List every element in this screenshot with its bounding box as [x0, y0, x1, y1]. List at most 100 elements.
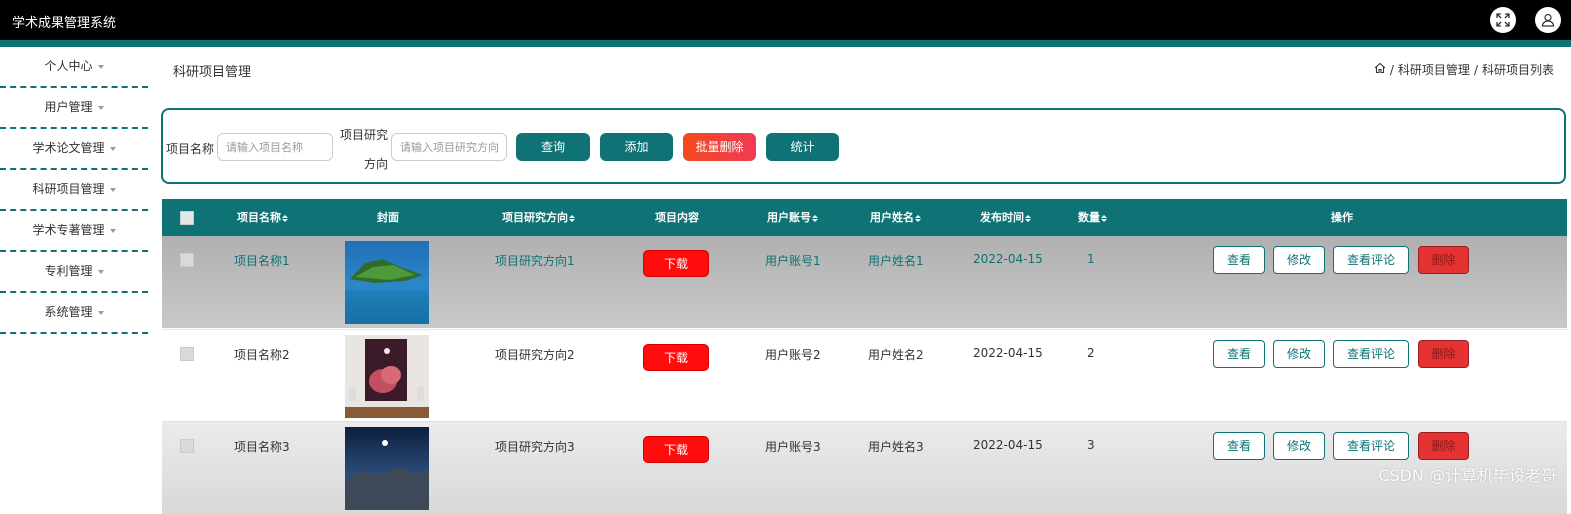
table-header: 项目名称 封面 项目研究方向 项目内容 用户账号 用户姓名 发布时间 数量 操作 — [162, 199, 1567, 236]
row-checkbox[interactable] — [180, 347, 194, 361]
sidebar-item-monographs[interactable]: 学术专著管理 — [0, 211, 148, 252]
watermark: CSDN @计算机毕设老哥 — [1378, 466, 1557, 485]
select-all-checkbox[interactable] — [180, 211, 194, 225]
chevron-down-icon — [109, 228, 116, 233]
column-header-content: 项目内容 — [642, 199, 712, 236]
sidebar-item-system[interactable]: 系统管理 — [0, 293, 148, 334]
download-button[interactable]: 下载 — [643, 250, 709, 277]
column-header-label: 用户账号 — [767, 211, 811, 224]
column-header-cover: 封面 — [358, 199, 418, 236]
sidebar-item-profile[interactable]: 个人中心 — [0, 47, 148, 88]
app-title: 学术成果管理系统 — [12, 16, 117, 31]
view-button[interactable]: 查看 — [1213, 432, 1265, 460]
column-header-label: 发布时间 — [980, 211, 1024, 224]
project-cover-image[interactable] — [345, 335, 429, 418]
delete-button[interactable]: 删除 — [1418, 340, 1469, 368]
sidebar-item-label: 用户管理 — [44, 100, 93, 114]
view-button[interactable]: 查看 — [1213, 340, 1265, 368]
sort-icon — [282, 214, 288, 222]
username-cell: 用户姓名1 — [868, 254, 924, 268]
view-comments-button[interactable]: 查看评论 — [1333, 340, 1409, 368]
breadcrumb-separator: / — [1473, 62, 1478, 77]
page-title: 科研项目管理 — [173, 65, 252, 80]
project-name-input[interactable] — [217, 133, 333, 161]
delete-button[interactable]: 删除 — [1418, 246, 1469, 274]
account-cell: 用户账号3 — [765, 440, 821, 454]
chevron-down-icon — [109, 146, 116, 151]
project-name-cell: 项目名称3 — [234, 440, 290, 454]
sidebar-item-papers[interactable]: 学术论文管理 — [0, 129, 148, 170]
chevron-down-icon — [97, 269, 104, 274]
query-button[interactable]: 查询 — [516, 133, 590, 161]
download-button[interactable]: 下载 — [643, 436, 709, 463]
download-button[interactable]: 下载 — [643, 344, 709, 371]
column-header-actions: 操作 — [1312, 199, 1372, 236]
username-cell: 用户姓名2 — [868, 348, 924, 362]
breadcrumb-item[interactable]: 科研项目管理 — [1398, 61, 1470, 78]
edit-button[interactable]: 修改 — [1273, 432, 1325, 460]
sort-icon — [915, 214, 921, 222]
column-header-label: 数量 — [1078, 211, 1100, 224]
sort-icon — [569, 214, 575, 222]
sidebar-item-projects[interactable]: 科研项目管理 — [0, 170, 148, 211]
fullscreen-icon[interactable] — [1490, 7, 1516, 33]
sort-icon — [812, 214, 818, 222]
project-direction-label: 项目研究 — [340, 128, 389, 142]
account-cell: 用户账号2 — [765, 348, 821, 362]
column-header-label: 封面 — [377, 211, 399, 224]
table-row[interactable]: 项目名称3 项目研究方向3 下载 用户账号3 用户姓名3 2022-04-15 … — [162, 421, 1567, 514]
column-header-account[interactable]: 用户账号 — [760, 199, 824, 236]
project-name-label: 项目名称 — [166, 142, 215, 156]
top-bar: 学术成果管理系统 — [0, 0, 1571, 40]
username-cell: 用户姓名3 — [868, 440, 924, 454]
sort-icon — [1025, 214, 1031, 222]
sidebar-item-label: 系统管理 — [44, 305, 93, 319]
sidebar-item-label: 个人中心 — [44, 59, 93, 73]
view-comments-button[interactable]: 查看评论 — [1333, 246, 1409, 274]
header-stripe — [0, 40, 1571, 47]
sidebar: 个人中心 用户管理 学术论文管理 科研项目管理 学术专著管理 专利管理 系统管理 — [0, 47, 160, 494]
add-button[interactable]: 添加 — [600, 133, 673, 161]
sidebar-item-label: 学术专著管理 — [32, 223, 105, 237]
project-cover-image[interactable] — [345, 427, 429, 510]
date-cell: 2022-04-15 — [973, 252, 1043, 266]
chevron-down-icon — [97, 310, 104, 315]
edit-button[interactable]: 修改 — [1273, 340, 1325, 368]
project-direction-input[interactable] — [391, 133, 507, 161]
date-cell: 2022-04-15 — [973, 438, 1043, 452]
qty-cell: 2 — [1087, 346, 1095, 360]
sidebar-item-label: 专利管理 — [44, 264, 93, 278]
sidebar-item-patents[interactable]: 专利管理 — [0, 252, 148, 293]
column-header-direction[interactable]: 项目研究方向 — [490, 199, 586, 236]
column-header-label: 用户姓名 — [870, 211, 914, 224]
breadcrumb-separator: / — [1389, 62, 1394, 77]
sidebar-item-label: 科研项目管理 — [32, 182, 105, 196]
qty-cell: 3 — [1087, 438, 1095, 452]
table-row[interactable]: 项目名称1 项目研究方向1 下载 用户账号1 用户姓名1 2022-04-15 … — [162, 236, 1567, 328]
delete-button[interactable]: 删除 — [1418, 432, 1469, 460]
search-panel — [161, 108, 1566, 184]
view-button[interactable]: 查看 — [1213, 246, 1265, 274]
row-checkbox[interactable] — [180, 253, 194, 267]
project-cover-image[interactable] — [345, 241, 429, 324]
sidebar-item-users[interactable]: 用户管理 — [0, 88, 148, 129]
column-header-date[interactable]: 发布时间 — [972, 199, 1038, 236]
column-header-name[interactable]: 项目名称 — [222, 199, 302, 236]
project-name-cell: 项目名称1 — [234, 254, 290, 268]
sort-icon — [1101, 214, 1107, 222]
home-icon[interactable] — [1374, 62, 1386, 77]
column-header-qty[interactable]: 数量 — [1071, 199, 1113, 236]
breadcrumb-item-current: 科研项目列表 — [1481, 63, 1554, 77]
chevron-down-icon — [109, 187, 116, 192]
column-header-username[interactable]: 用户姓名 — [863, 199, 927, 236]
sidebar-item-label: 学术论文管理 — [32, 141, 105, 155]
row-checkbox[interactable] — [180, 439, 194, 453]
batch-delete-button[interactable]: 批量删除 — [683, 133, 756, 161]
column-header-label: 操作 — [1331, 211, 1353, 224]
project-direction-label-line2: 方向 — [364, 157, 389, 171]
stats-button[interactable]: 统计 — [766, 133, 839, 161]
table-row[interactable]: 项目名称2 项目研究方向2 下载 用户账号2 用户姓名2 2022-04-15 … — [162, 329, 1567, 422]
view-comments-button[interactable]: 查看评论 — [1333, 432, 1409, 460]
user-icon[interactable] — [1535, 7, 1561, 33]
edit-button[interactable]: 修改 — [1273, 246, 1325, 274]
